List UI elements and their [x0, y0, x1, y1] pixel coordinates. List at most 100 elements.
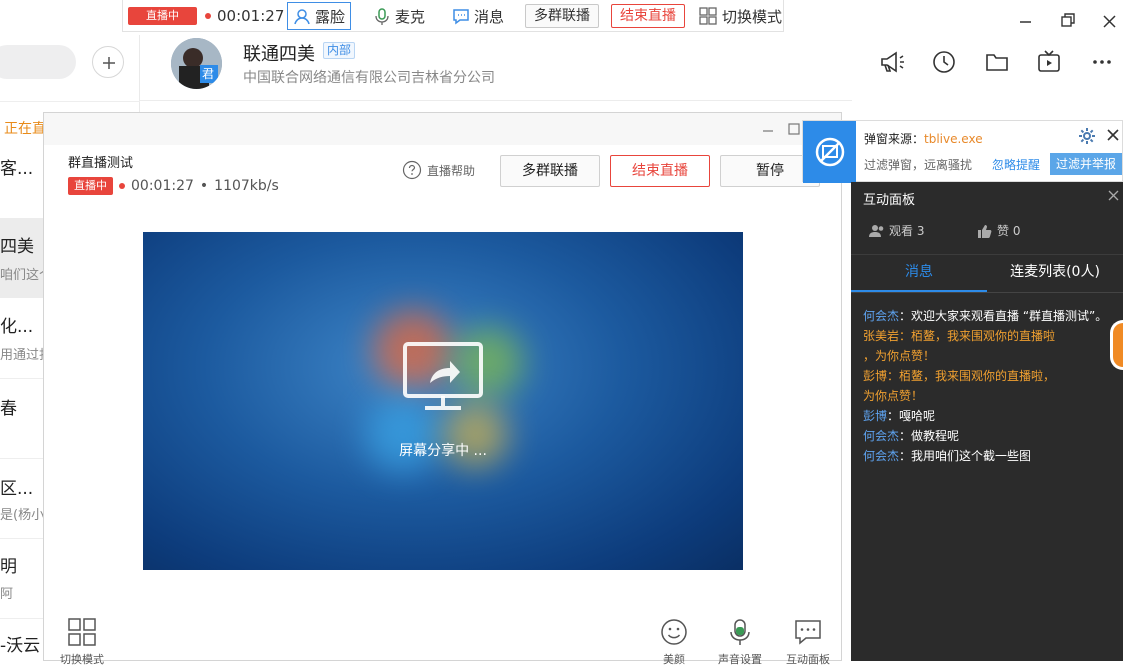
list-item-name: 化...	[0, 317, 34, 337]
internal-tag: 内部	[323, 42, 356, 59]
tab-lianmai-list[interactable]: 连麦列表(0人)	[987, 254, 1123, 292]
chat-title: 联通四美	[243, 44, 315, 65]
thumbs-up-icon	[978, 224, 992, 238]
message-text: ，为你点赞！	[863, 349, 936, 363]
viewer-count-text: 观看 3	[889, 224, 925, 238]
filter-report-button[interactable]: 过滤并举报	[1050, 153, 1122, 175]
files-button[interactable]	[983, 48, 1011, 76]
tab-messages[interactable]: 消息	[851, 254, 987, 292]
list-item[interactable]: -沃云	[0, 618, 44, 661]
message-sender: 何会杰	[863, 449, 900, 463]
live-status-badge: 直播中	[68, 177, 113, 195]
megaphone-icon	[881, 51, 904, 73]
sound-settings-button[interactable]: 声音设置	[710, 617, 770, 667]
chat-organization: 中国联合网络通信有限公司吉林省分公司	[243, 70, 495, 86]
switch-mode-button[interactable]: 切换模式	[699, 4, 782, 28]
mic-label: 麦克	[395, 7, 426, 26]
message-text: ：我用咱们这个截一些图	[899, 449, 1032, 463]
minimize-icon	[1020, 21, 1031, 23]
close-icon[interactable]	[1107, 189, 1120, 202]
close-icon	[1103, 15, 1116, 28]
avatar-badge-text: 君	[202, 67, 215, 81]
screen-share-icon	[403, 342, 483, 410]
live-toolbar: 直播中 00:01:27 露脸 麦克 消息 多群联播 结束直播 切换模式	[122, 0, 784, 32]
popup-filter-text: 过滤弹窗，远离骚扰	[864, 158, 973, 172]
folder-icon	[986, 54, 1008, 71]
chat-message: ，为你点赞！	[863, 346, 935, 366]
chat-message: 何会杰：做教程呢	[863, 426, 959, 446]
like-count: 赞 0	[977, 222, 1020, 239]
floating-ball[interactable]	[1110, 320, 1123, 370]
avatar[interactable]: 君	[171, 38, 222, 89]
list-item[interactable]: 客...	[0, 140, 44, 218]
recording-dot-icon	[119, 183, 125, 189]
list-item[interactable]: 春	[0, 378, 44, 458]
screen-share-preview: 屏幕分享中 ...	[143, 232, 743, 570]
ignore-link[interactable]: 忽略提醒	[992, 156, 1040, 173]
list-item-selected[interactable]: 四美 咱们这个	[0, 218, 52, 298]
plus-icon	[103, 57, 115, 69]
close-button[interactable]	[1096, 8, 1122, 34]
live-button[interactable]	[1035, 48, 1063, 76]
beauty-label: 美颜	[663, 653, 685, 666]
restore-button[interactable]	[1054, 8, 1080, 34]
message-sender: 彭博	[863, 409, 888, 423]
live-timer: 00:01:27	[217, 7, 285, 25]
like-count-text: 赞 0	[997, 224, 1021, 238]
message-text: ：欢迎大家来观看直播 “群直播测试”。	[899, 309, 1108, 323]
list-item[interactable]: 明 阿	[0, 538, 44, 618]
viewer-count: 观看 3	[869, 222, 924, 239]
mic-toggle-button[interactable]: 麦克	[373, 4, 425, 28]
beauty-button[interactable]: 美颜	[644, 617, 704, 667]
divider	[0, 101, 140, 102]
search-input[interactable]	[0, 45, 76, 79]
history-button[interactable]	[930, 48, 958, 76]
message-sender: 何会杰	[863, 309, 900, 323]
multi-group-button[interactable]: 多群联播	[500, 155, 600, 187]
chat-message: 张美岩：栢鳌，我来围观你的直播啦	[863, 326, 1055, 346]
smiley-icon	[661, 619, 687, 645]
message-toggle-button[interactable]: 消息	[452, 4, 504, 28]
end-live-button[interactable]: 结束直播	[611, 4, 685, 28]
live-title: 群直播测试	[68, 156, 134, 171]
face-toggle-button[interactable]: 露脸	[287, 2, 352, 30]
interaction-panel: 互动面板 观看 3 赞 0 消息 连麦列表(0人) 何会杰：欢迎大家来观看直播 …	[851, 182, 1123, 661]
list-item[interactable]: 化... 用通过扫	[0, 298, 52, 378]
maximize-icon[interactable]	[786, 121, 802, 137]
avatar-image	[171, 38, 222, 89]
chat-message: 为你点赞！	[863, 386, 923, 406]
popup-source-label: 弹窗来源：	[864, 132, 925, 146]
message-text: 为你点赞！	[863, 389, 924, 403]
message-sender: 彭博	[863, 369, 888, 383]
end-live-button[interactable]: 结束直播	[610, 155, 710, 187]
switch-mode-button[interactable]: 切换模式	[52, 617, 112, 667]
minimize-button[interactable]	[1012, 8, 1038, 34]
interact-panel-button[interactable]: 互动面板	[778, 617, 838, 667]
chat-bubble-icon	[795, 620, 821, 645]
clock-icon	[933, 51, 955, 73]
close-icon[interactable]	[1105, 127, 1121, 143]
live-window: 群直播测试 直播中 00:01:27 • 1107kb/s 直播帮助 多群联播 …	[43, 112, 842, 666]
tv-play-icon	[1038, 50, 1060, 72]
recording-dot-icon	[205, 13, 211, 19]
help-label: 直播帮助	[427, 163, 476, 178]
minimize-icon[interactable]	[760, 123, 776, 139]
live-help-link[interactable]: 直播帮助	[402, 160, 475, 180]
message-bubble-icon	[453, 9, 469, 25]
face-label: 露脸	[315, 7, 346, 26]
block-window-icon	[815, 137, 845, 167]
sharing-status: 屏幕分享中 ...	[399, 443, 487, 459]
message-sender: 何会杰	[863, 429, 900, 443]
list-item[interactable]: 区... 是(杨小	[0, 458, 44, 538]
announcement-button[interactable]	[879, 48, 907, 76]
message-label: 消息	[474, 7, 505, 26]
message-text: ：嘎哈呢	[887, 409, 936, 423]
users-icon	[869, 224, 884, 237]
bitrate: 1107kb/s	[214, 178, 279, 194]
message-text: ：栢鳌，我来围观你的直播啦，	[887, 369, 1056, 383]
more-button[interactable]	[1089, 48, 1117, 76]
multi-group-button[interactable]: 多群联播	[525, 4, 599, 28]
popup-filter-notice: 弹窗来源：tblive.exe 过滤弹窗，远离骚扰 忽略提醒 过滤并举报	[802, 120, 1123, 183]
gear-icon[interactable]	[1078, 127, 1096, 145]
add-button[interactable]	[92, 46, 124, 78]
